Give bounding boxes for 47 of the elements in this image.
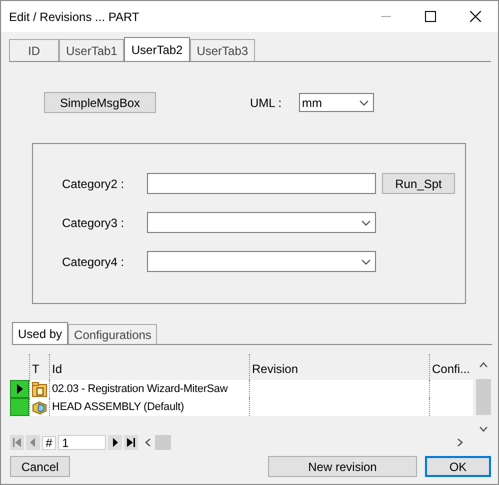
- last-button[interactable]: [124, 435, 138, 450]
- record-label: #: [42, 436, 56, 450]
- cancel-button[interactable]: Cancel: [10, 456, 70, 477]
- simple-msgbox-button[interactable]: SimpleMsgBox: [44, 92, 156, 113]
- scrollbar-thumb[interactable]: [155, 435, 171, 450]
- scroll-right-icon: [457, 438, 463, 447]
- scroll-up-icon: [479, 362, 488, 368]
- run-spt-button[interactable]: Run_Spt: [382, 173, 455, 194]
- window-title: Edit / Revisions ... PART: [9, 10, 140, 24]
- category-label: Category3 :: [62, 216, 126, 230]
- maximize-icon: [425, 11, 436, 22]
- first-icon: [13, 438, 21, 447]
- uml-label: UML :: [250, 96, 283, 110]
- first-button[interactable]: [10, 435, 24, 450]
- category-label: Category2 :: [62, 176, 126, 190]
- table-cell: [429, 398, 473, 416]
- minimize-icon: [380, 16, 390, 18]
- current-row-arrow-icon: [16, 384, 22, 394]
- category-dropdown[interactable]: [147, 251, 376, 272]
- uml-dropdown[interactable]: mm: [299, 93, 374, 112]
- category-label: Category4 :: [62, 254, 126, 268]
- category-dropdown[interactable]: [147, 212, 376, 233]
- close-icon: [470, 11, 481, 22]
- previous-icon: [29, 438, 37, 447]
- tab[interactable]: UserTab1: [59, 39, 124, 61]
- ok-button[interactable]: OK: [425, 456, 491, 477]
- next-icon: [111, 438, 119, 447]
- new-revision-button[interactable]: New revision: [268, 456, 417, 477]
- table-cell: 02.03 - Registration Wizard-MiterSaw: [49, 380, 249, 398]
- row-indicator[interactable]: [10, 380, 29, 398]
- part-folder-icon: [32, 382, 47, 396]
- tab[interactable]: UserTab3: [190, 39, 256, 61]
- tab[interactable]: UserTab2: [124, 37, 190, 61]
- table-cell: HEAD ASSEMBLY (Default): [49, 398, 249, 416]
- tab[interactable]: Configurations: [68, 324, 158, 344]
- category-input-field[interactable]: [147, 173, 376, 194]
- scroll-down-icon: [479, 426, 488, 432]
- previous-button[interactable]: [26, 435, 40, 450]
- assembly-icon: [32, 400, 47, 414]
- page-field[interactable]: 1: [58, 435, 106, 450]
- tab[interactable]: Used by: [12, 322, 68, 344]
- tab[interactable]: ID: [9, 39, 59, 61]
- table-cell: [429, 380, 473, 398]
- scroll-left-icon: [145, 438, 151, 447]
- next-button[interactable]: [108, 435, 122, 450]
- last-icon: [127, 438, 135, 447]
- scrollbar-thumb[interactable]: [476, 379, 491, 415]
